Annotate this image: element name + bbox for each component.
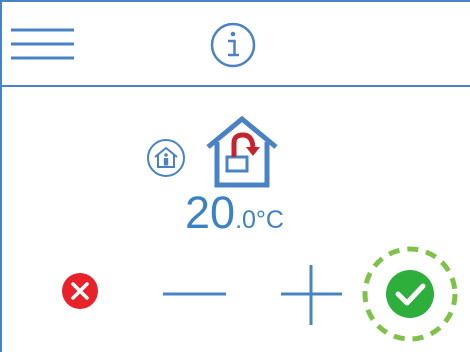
heating-mode-indicator [203,113,281,189]
temperature-integer: 20 [185,187,236,238]
confirm-check-icon [362,246,458,342]
temperature-unit: °C [255,206,284,234]
header-bar [0,0,470,87]
indoor-person-icon [147,139,185,177]
confirm-button[interactable] [361,245,459,343]
decrease-button[interactable] [160,275,230,315]
cancel-button[interactable] [61,272,99,310]
menu-button[interactable] [8,18,78,68]
cancel-icon [62,273,98,309]
temperature-readout: 20.0°C [185,190,284,235]
temperature-decimal: .0 [235,206,256,234]
minus-icon [163,292,226,296]
home-return-icon [206,115,278,188]
hamburger-menu-icon [11,28,74,60]
info-button[interactable] [209,21,257,69]
indoor-mode-badge [146,138,186,178]
plus-icon [281,265,342,325]
info-icon [210,22,256,68]
increase-button[interactable] [278,262,346,330]
